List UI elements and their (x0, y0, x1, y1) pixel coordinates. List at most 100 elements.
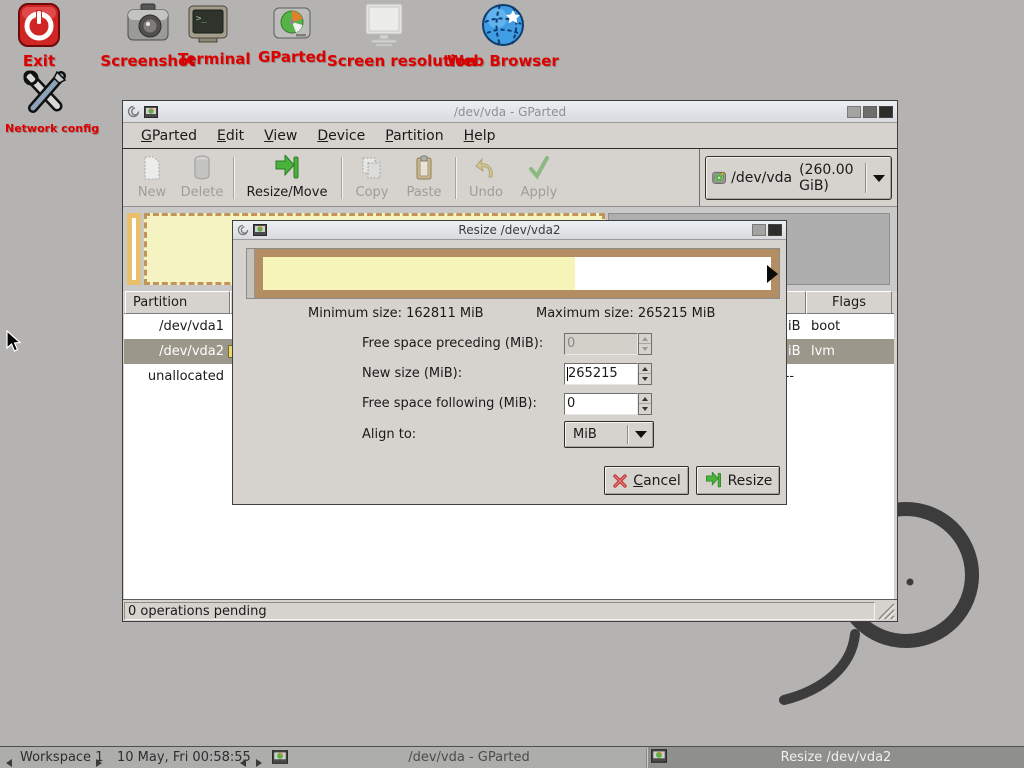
gparted-disk-icon (272, 6, 312, 44)
toolbar-paste-button[interactable]: Paste (401, 153, 447, 203)
free-space-following-spinner[interactable] (638, 393, 652, 415)
spin-down-icon[interactable] (639, 344, 651, 354)
desktop-icon-label: Network config (5, 122, 85, 135)
resize-arrow-icon (704, 472, 723, 489)
dialog-title: Resize /dev/vda2 (233, 223, 786, 237)
menu-view[interactable]: View (254, 125, 307, 147)
desktop-icon-label: Exit (10, 52, 68, 70)
align-to-value: MiB (573, 427, 597, 442)
free-space-preceding-label: Free space preceding (MiB): (362, 333, 543, 355)
desktop-icon-screen-resolution[interactable]: Screen resolution (327, 2, 440, 70)
free-space-following-label: Free space following (MiB): (362, 393, 537, 415)
globe-icon (480, 2, 526, 48)
task-scroll-right-arrow[interactable] (256, 753, 262, 768)
partition-graphic-vda1[interactable] (127, 213, 141, 285)
spin-up-icon[interactable] (639, 394, 651, 404)
spin-down-icon[interactable] (639, 374, 651, 384)
align-to-dropdown[interactable]: MiB (564, 421, 654, 448)
spin-down-icon[interactable] (639, 404, 651, 414)
partition-frame[interactable] (255, 249, 779, 298)
window-menu-swirl-icon[interactable] (127, 105, 140, 118)
status-text: 0 operations pending (124, 602, 875, 620)
task1-app-icon (272, 750, 288, 768)
task-scroll-left-arrow[interactable] (240, 753, 246, 768)
resize-dialog: Resize /dev/vda2 Minimum size: 162811 Mi… (232, 220, 787, 505)
maximize-button[interactable] (863, 106, 877, 118)
spin-up-icon[interactable] (639, 334, 651, 344)
new-partition-icon (131, 155, 173, 183)
toolbar-copy-button[interactable]: Copy (349, 153, 395, 203)
exit-power-icon (16, 2, 62, 48)
column-header-partition[interactable]: Partition (125, 291, 230, 314)
tools-icon (21, 70, 69, 118)
close-button[interactable] (879, 106, 893, 118)
resize-right-handle-arrow[interactable] (767, 265, 778, 283)
free-space-preceding-spinner[interactable] (638, 333, 652, 355)
toolbar-separator (455, 157, 457, 199)
resize-move-icon (241, 155, 333, 183)
maximum-size-label: Maximum size: 265215 MiB (536, 306, 715, 321)
column-header-flags[interactable]: Flags (806, 291, 892, 314)
workspace-prev-arrow[interactable] (6, 753, 12, 768)
device-selector-combobox[interactable]: /dev/vda (260.00 GiB) (705, 156, 892, 200)
resize-button[interactable]: Resize (696, 466, 780, 495)
toolbar-resize-move-button[interactable]: Resize/Move (241, 153, 333, 203)
resize-left-handle[interactable] (247, 249, 255, 298)
main-window-titlebar[interactable]: /dev/vda - GParted (123, 101, 897, 123)
align-to-label: Align to: (362, 424, 416, 446)
minimize-button[interactable] (847, 106, 861, 118)
toolbar-apply-button[interactable]: Apply (515, 153, 563, 203)
taskbar-task-main-window[interactable]: /dev/vda - GParted (292, 747, 646, 768)
free-space-preceding-spinbox: 0 (564, 333, 652, 355)
menubar: GParted Edit View Device Partition Help (123, 123, 897, 149)
menu-edit[interactable]: Edit (207, 125, 254, 147)
toolbar-delete-button[interactable]: Delete (177, 153, 227, 203)
workspace-next-arrow[interactable] (96, 753, 102, 768)
free-space-following-input[interactable]: 0 (564, 393, 638, 415)
desktop-icon-exit[interactable]: Exit (10, 2, 68, 70)
workspace-label[interactable]: Workspace 1 (20, 747, 103, 768)
menu-partition[interactable]: Partition (375, 125, 453, 147)
window-menu-swirl-icon[interactable] (237, 224, 249, 236)
desktop-icon-network-config[interactable]: Network config (5, 70, 85, 135)
resize-grip[interactable] (877, 602, 896, 620)
free-space-preceding-input[interactable]: 0 (564, 333, 638, 355)
taskbar-divider (646, 748, 647, 768)
desktop-icon-gparted[interactable]: GParted (258, 6, 326, 66)
spin-up-icon[interactable] (639, 364, 651, 374)
desktop-icon-label: Screen resolution (327, 52, 440, 70)
desktop-icon-label: Web Browser (443, 52, 563, 70)
desktop-icon-web-browser[interactable]: Web Browser (443, 2, 563, 70)
new-size-spinner[interactable] (638, 363, 652, 385)
taskbar: Workspace 1 10 May, Fri 00:58:55 /dev/vd… (0, 746, 1024, 768)
device-size: (260.00 GiB) (799, 162, 865, 194)
menu-help[interactable]: Help (454, 125, 506, 147)
toolbar-new-button[interactable]: New (131, 153, 173, 203)
used-space-bar (263, 257, 575, 290)
app-mini-icon (144, 106, 158, 118)
device-disk-icon (712, 169, 726, 188)
dialog-close-button[interactable] (768, 224, 782, 236)
menu-gparted[interactable]: GParted (131, 125, 207, 147)
camera-icon (125, 2, 171, 48)
paste-icon (401, 155, 447, 183)
desktop-icon-terminal[interactable]: >_ Terminal (178, 4, 238, 68)
toolbar-undo-button[interactable]: Undo (463, 153, 509, 203)
apply-check-icon (515, 155, 563, 183)
dialog-titlebar[interactable]: Resize /dev/vda2 (233, 221, 786, 240)
desktop-icon-label: Terminal (178, 50, 238, 68)
partition-space (263, 257, 771, 290)
taskbar-task-resize-dialog[interactable]: Resize /dev/vda2 (648, 747, 1024, 768)
dialog-shade-button[interactable] (752, 224, 766, 236)
resize-slider-widget (246, 248, 780, 299)
new-size-input[interactable]: 265215 (564, 363, 638, 385)
menu-device[interactable]: Device (307, 125, 375, 147)
desktop: Exit Screenshot >_ Terminal (0, 0, 1024, 768)
terminal-icon: >_ (187, 4, 229, 46)
cancel-x-icon (612, 473, 628, 489)
app-mini-icon (253, 224, 267, 236)
new-size-spinbox: 265215 (564, 363, 652, 385)
chevron-down-icon (873, 175, 885, 182)
undo-icon (463, 155, 509, 183)
cancel-button[interactable]: Cancel (604, 466, 689, 495)
